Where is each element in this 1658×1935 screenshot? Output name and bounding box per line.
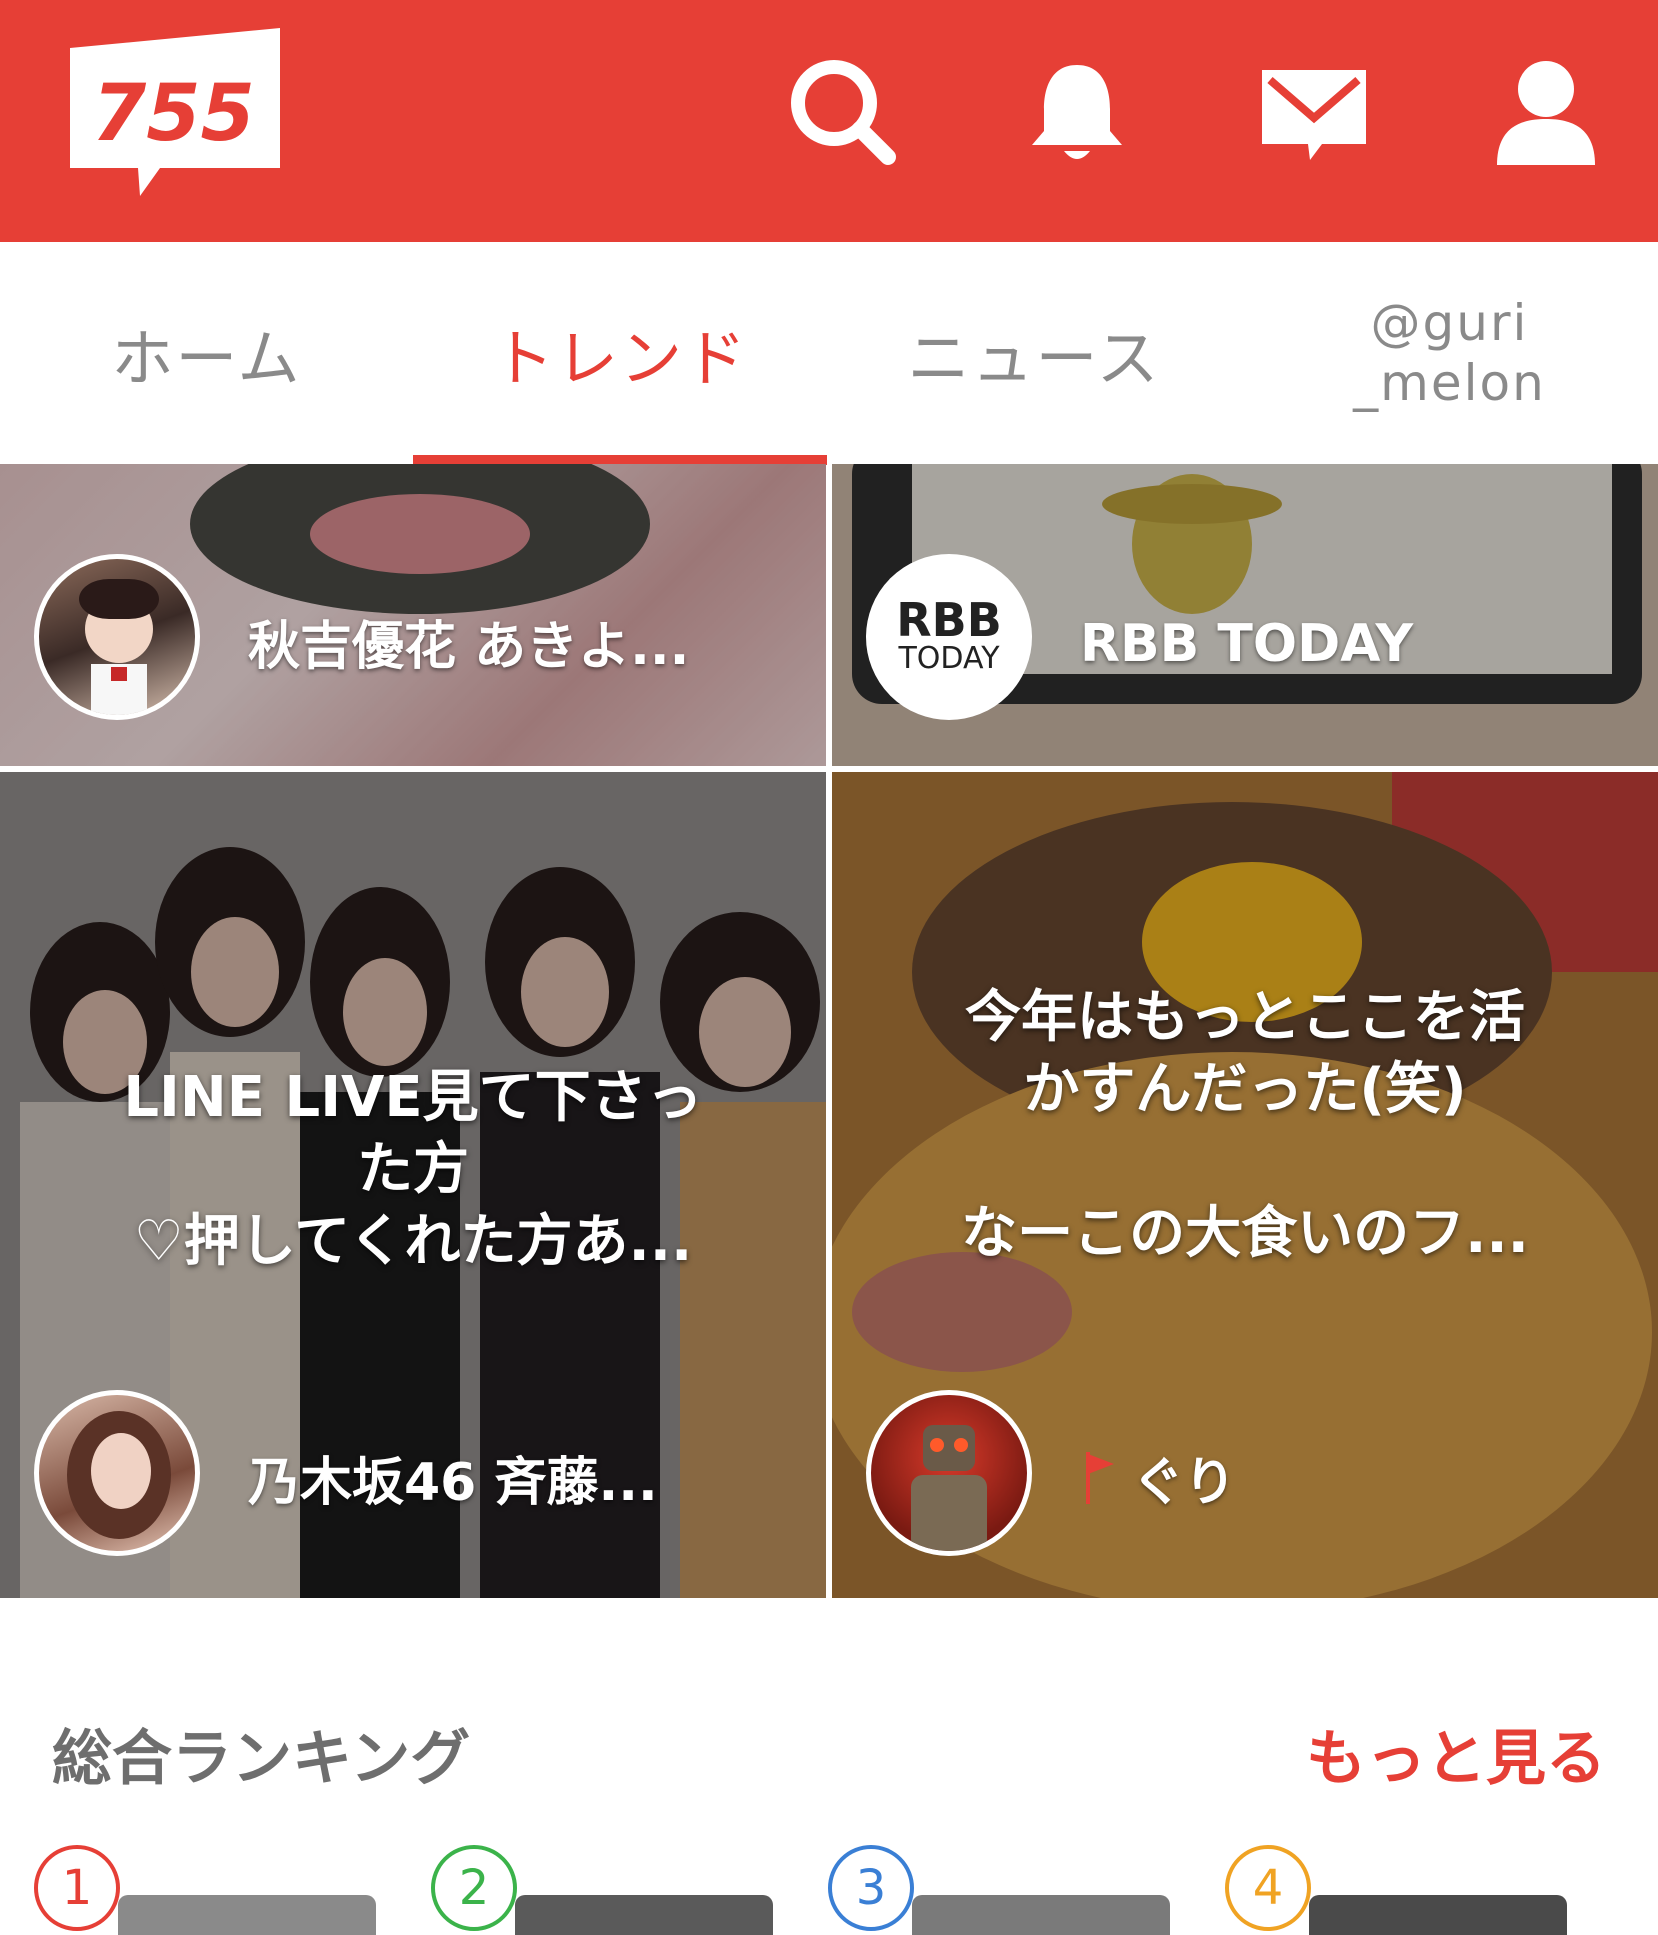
avatar-brand-line2: TODAY	[898, 641, 1000, 676]
mail-icon[interactable]	[1258, 56, 1370, 168]
tile-author-name: ぐり	[1080, 1440, 1236, 1515]
logo-755[interactable]: 755	[70, 28, 280, 196]
post-tile[interactable]: 秋吉優花 あきよ...	[0, 464, 826, 766]
avatar[interactable]	[34, 1390, 200, 1556]
tab-user-line1: @guri	[1370, 294, 1529, 352]
post-tile[interactable]: 今年はもっとここを活 かすんだった(笑) なーこの大食いのフ... ぐり	[832, 772, 1658, 1598]
rank-badge: 1	[34, 1845, 120, 1931]
rbb-today-avatar[interactable]: RBB TODAY	[866, 554, 1032, 720]
ranking-thumbnail[interactable]	[118, 1895, 376, 1935]
ranking-thumbnail[interactable]	[515, 1895, 773, 1935]
app-header: 755	[0, 0, 1658, 242]
tab-bar: ホーム トレンド ニュース @guri _melon	[0, 242, 1658, 464]
rank-badge: 2	[431, 1845, 517, 1931]
caption-line: 今年はもっとここを活	[965, 985, 1525, 1050]
tile-author-name: 乃木坂46 斉藤...	[248, 1453, 658, 1513]
post-tile[interactable]: LINE LIVE見て下さっ た方 ♡押してくれた方あ... 乃木坂46 斉藤.…	[0, 772, 826, 1598]
avatar[interactable]	[866, 1390, 1032, 1556]
avatar-image	[911, 1425, 987, 1551]
ranking-title: 総合ランキング	[52, 1724, 471, 1794]
avatar-image	[79, 579, 159, 715]
tile-author-name: 秋吉優花 あきよ...	[248, 617, 690, 677]
caption-line: なーこの大食いのフ...	[961, 1201, 1529, 1266]
ranking-thumbnail[interactable]	[912, 1895, 1170, 1935]
tab-news[interactable]: ニュース	[827, 242, 1241, 464]
caption-line: かすんだった(笑)	[1023, 1057, 1467, 1122]
profile-icon[interactable]	[1490, 56, 1602, 168]
more-link[interactable]: もっと見る	[1306, 1710, 1606, 1797]
rank-badge: 4	[1225, 1845, 1311, 1931]
post-tile[interactable]: RBB TODAY RBB TODAY	[832, 464, 1658, 766]
caption-line: た方	[357, 1137, 469, 1202]
ranking-thumbnail[interactable]	[1309, 1895, 1567, 1935]
tile-author-name-text: ぐり	[1132, 1453, 1237, 1513]
rank-badge: 3	[828, 1845, 914, 1931]
caption-line: ♡押してくれた方あ...	[133, 1209, 693, 1274]
tab-trend[interactable]: トレンド	[413, 242, 827, 464]
avatar-image	[67, 1411, 171, 1539]
tile-author-name: RBB TODAY	[1080, 614, 1414, 674]
caption-line	[872, 1126, 1618, 1198]
search-icon[interactable]	[787, 56, 899, 168]
tab-user-line2: _melon	[1353, 354, 1546, 412]
flag-icon	[1086, 1451, 1114, 1504]
avatar-brand-line1: RBB	[896, 593, 1002, 647]
avatar[interactable]	[34, 554, 200, 720]
bell-icon[interactable]	[1021, 56, 1133, 168]
post-caption: LINE LIVE見て下さっ た方 ♡押してくれた方あ...	[40, 1062, 786, 1278]
tab-home[interactable]: ホーム	[0, 242, 413, 464]
tab-user[interactable]: @guri _melon	[1241, 242, 1658, 464]
logo-text: 755	[92, 69, 255, 159]
post-caption: 今年はもっとここを活 かすんだった(笑) なーこの大食いのフ...	[872, 982, 1618, 1270]
caption-line: LINE LIVE見て下さっ	[123, 1065, 703, 1130]
